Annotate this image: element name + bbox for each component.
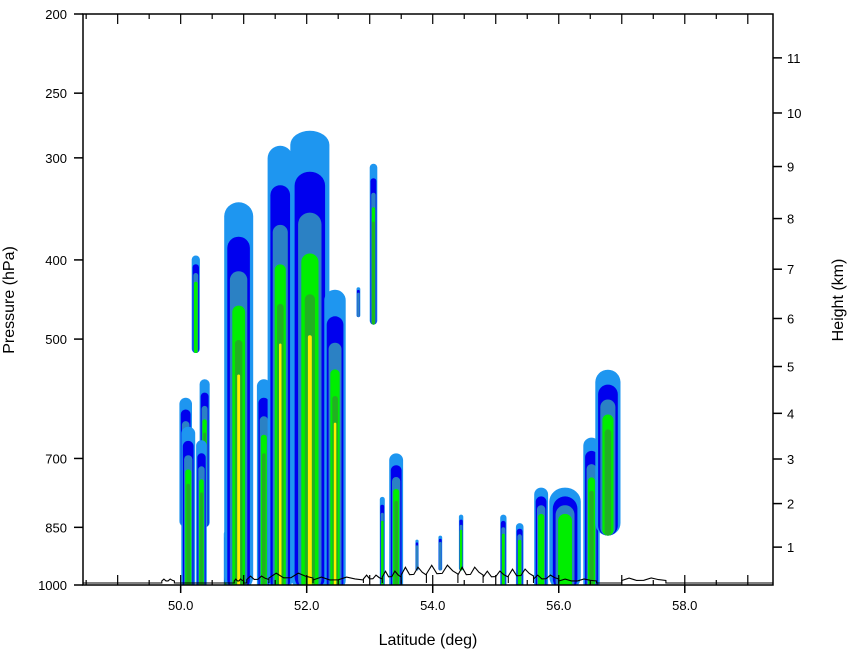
- x-tick-label: 54.0: [420, 598, 445, 613]
- cloud-cell: [595, 369, 621, 536]
- contour-level-6: [333, 422, 337, 585]
- y-tick-label: 200: [45, 7, 67, 22]
- y-axis-right: 1 2 3 4 5 6 7 8 9 10 11: [773, 51, 801, 555]
- cloud-cell: [196, 440, 207, 585]
- contour-level-3: [357, 292, 360, 318]
- cloud-cell: [500, 514, 507, 585]
- y2-tick-label: 9: [787, 160, 794, 175]
- y-tick-label: 850: [45, 520, 67, 535]
- x-tick-label: 50.0: [168, 598, 193, 613]
- cloud-cell: [267, 145, 293, 585]
- contour-level-6: [279, 343, 282, 585]
- cloud-cell: [324, 289, 346, 585]
- cloud-cell: [438, 535, 443, 571]
- y-axis-title: Pressure (hPa): [1, 246, 18, 354]
- cloud-cell: [389, 453, 404, 585]
- chart: 50.0 52.0 54.0 56.0 58.0 1000 850 700 500 400 300…: [1, 7, 847, 649]
- contour-level-4: [459, 529, 463, 571]
- y-axis-left: 1000 850 700 500 400 300 250 200: [38, 7, 83, 593]
- x-tick-label: 58.0: [672, 598, 697, 613]
- contour-level-3: [439, 541, 442, 571]
- y2-tick-label: 1: [787, 540, 794, 555]
- cloud-cell: [458, 514, 464, 571]
- cloud-cell: [515, 523, 524, 585]
- contour-level-4: [538, 513, 545, 585]
- contour-level-5: [394, 500, 398, 585]
- y-tick-label: 250: [45, 86, 67, 101]
- y2-tick-label: 3: [787, 452, 794, 467]
- x-tick-label: 56.0: [546, 598, 571, 613]
- contour-level-5: [200, 492, 203, 585]
- contour-level-6: [237, 374, 241, 585]
- cloud-cell: [534, 487, 549, 585]
- y2-axis-title: Height (km): [830, 259, 847, 342]
- x-axis-title: Latitude (deg): [379, 632, 478, 649]
- y-tick-label: 1000: [38, 578, 67, 593]
- y-tick-label: 500: [45, 332, 67, 347]
- contour-level-4: [501, 533, 505, 585]
- cloud-cell: [290, 130, 330, 585]
- y2-tick-label: 7: [787, 262, 794, 277]
- contour-level-4: [194, 281, 198, 353]
- cloud-cell: [549, 487, 581, 585]
- cloud-cell: [191, 255, 200, 353]
- y-tick-label: 400: [45, 253, 67, 268]
- contour-level-5: [262, 453, 266, 585]
- contour-level-5: [604, 429, 612, 536]
- contour-level-5: [589, 490, 594, 585]
- cloud-cell: [369, 163, 378, 325]
- contour-level-5: [372, 221, 375, 325]
- y-tick-label: 300: [45, 151, 67, 166]
- y2-tick-label: 11: [787, 51, 801, 66]
- x-tick-label: 52.0: [294, 598, 319, 613]
- y2-tick-label: 10: [787, 106, 801, 121]
- cloud-field: [179, 130, 621, 585]
- contour-level-5: [186, 483, 190, 585]
- y2-tick-label: 6: [787, 311, 794, 326]
- cloud-cell: [415, 539, 419, 571]
- contour-level-4: [518, 539, 522, 585]
- y2-tick-label: 5: [787, 360, 794, 375]
- y2-tick-label: 8: [787, 212, 794, 227]
- cloud-cell: [181, 426, 196, 585]
- y2-tick-label: 4: [787, 406, 794, 421]
- cloud-cell: [224, 202, 254, 585]
- y2-tick-label: 2: [787, 497, 794, 512]
- y-tick-label: 700: [45, 451, 67, 466]
- contour-level-6: [307, 335, 312, 585]
- cloud-cell: [356, 287, 361, 318]
